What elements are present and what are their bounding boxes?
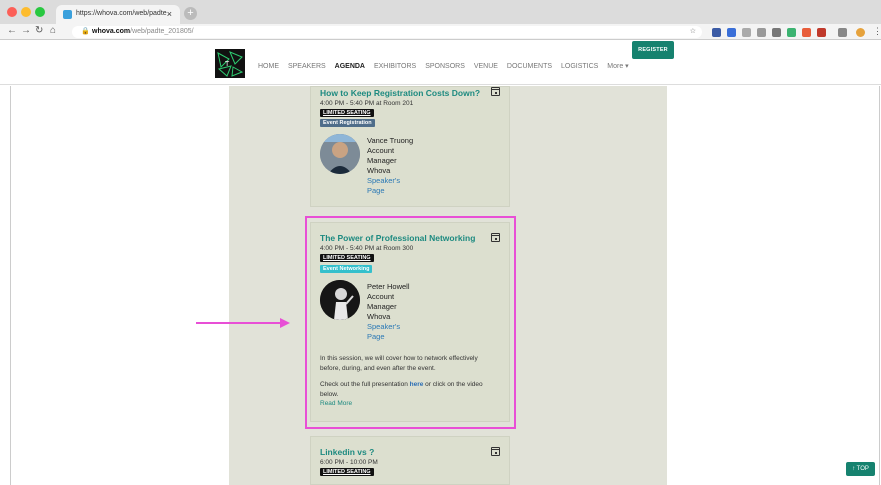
favicon-icon	[63, 10, 72, 19]
pointer-arrow-icon	[196, 318, 290, 328]
close-window-icon[interactable]	[7, 7, 17, 17]
forward-icon[interactable]: →	[21, 25, 31, 36]
extension-icon[interactable]	[712, 28, 721, 37]
calendar-add-icon[interactable]	[491, 87, 500, 96]
session-title[interactable]: How to Keep Registration Costs Down?	[320, 88, 480, 98]
nav-home[interactable]: HOME	[258, 63, 279, 70]
nav-venue[interactable]: VENUE	[474, 63, 498, 70]
minimize-window-icon[interactable]	[21, 7, 31, 17]
session-card: Linkedin vs ? 6:00 PM - 10:00 PM LIMITED…	[310, 436, 510, 485]
session-time: 4:00 PM - 5:40 PM at Room 201	[320, 100, 414, 107]
browser-tab[interactable]: https://whova.com/web/padte ×	[56, 5, 180, 24]
site-header: T HOME SPEAKERS AGENDA EXHIBITORS SPONSO…	[0, 41, 881, 85]
extension-icon[interactable]	[727, 28, 736, 37]
session-time: 6:00 PM - 10:00 PM	[320, 459, 378, 466]
speaker-info: Vance Truong Account Manager Whova Speak…	[367, 136, 413, 196]
star-icon[interactable]: ☆	[690, 26, 696, 38]
maximize-window-icon[interactable]	[35, 7, 45, 17]
extension-icon[interactable]	[817, 28, 826, 37]
session-card: How to Keep Registration Costs Down? 4:0…	[310, 86, 510, 207]
nav-sponsors[interactable]: SPONSORS	[425, 63, 465, 70]
main-nav: HOME SPEAKERS AGENDA EXHIBITORS SPONSORS…	[258, 62, 636, 70]
extension-icon[interactable]	[742, 28, 751, 37]
limited-seating-badge: LIMITED SEATING	[320, 468, 374, 476]
home-icon[interactable]: ⌂	[50, 25, 56, 36]
extension-icon[interactable]	[757, 28, 766, 37]
nav-speakers[interactable]: SPEAKERS	[288, 63, 326, 70]
speaker-page-link[interactable]: Speaker's	[367, 176, 413, 186]
speaker-org: Whova	[367, 166, 391, 175]
nav-documents[interactable]: DOCUMENTS	[507, 63, 552, 70]
back-icon[interactable]: ←	[7, 25, 17, 36]
menu-kebab-icon[interactable]: ⋮	[873, 26, 881, 37]
svg-text:T: T	[225, 61, 230, 68]
profile-icon[interactable]	[856, 28, 865, 37]
nav-logistics[interactable]: LOGISTICS	[561, 63, 598, 70]
calendar-add-icon[interactable]	[491, 447, 500, 456]
speaker-role: Manager	[367, 156, 397, 165]
lock-icon: 🔒	[81, 28, 90, 35]
tab-close-icon[interactable]: ×	[167, 9, 172, 19]
url-text: whova.com/web/padte_201805/	[92, 28, 194, 35]
speaker-page-link[interactable]: Page	[367, 186, 413, 196]
nav-exhibitors[interactable]: EXHIBITORS	[374, 63, 416, 70]
back-to-top-button[interactable]: ↑ TOP	[846, 462, 875, 476]
session-title[interactable]: Linkedin vs ?	[320, 447, 374, 457]
session-tag: Event Registration	[320, 119, 375, 127]
extension-icon[interactable]	[838, 28, 847, 37]
extension-icon[interactable]	[772, 28, 781, 37]
extension-icon[interactable]	[802, 28, 811, 37]
browser-tab-strip: https://whova.com/web/padte × +	[0, 0, 881, 24]
speaker-role: Account	[367, 146, 395, 155]
speaker-name: Vance Truong	[367, 136, 414, 145]
extension-icon[interactable]	[787, 28, 796, 37]
register-button[interactable]: REGISTER	[632, 41, 674, 59]
nav-more-dropdown[interactable]: More ▾	[607, 63, 628, 70]
event-logo[interactable]: T	[215, 49, 245, 78]
limited-seating-badge: LIMITED SEATING	[320, 109, 374, 117]
nav-agenda[interactable]: AGENDA	[335, 63, 365, 70]
reload-icon[interactable]: ↻	[35, 25, 43, 36]
new-tab-button[interactable]: +	[184, 7, 197, 20]
tab-title: https://whova.com/web/padte	[76, 10, 167, 17]
highlight-box	[305, 216, 516, 429]
speaker-avatar[interactable]	[320, 134, 360, 174]
address-bar[interactable]: 🔒 whova.com/web/padte_201805/ ☆	[72, 26, 702, 38]
